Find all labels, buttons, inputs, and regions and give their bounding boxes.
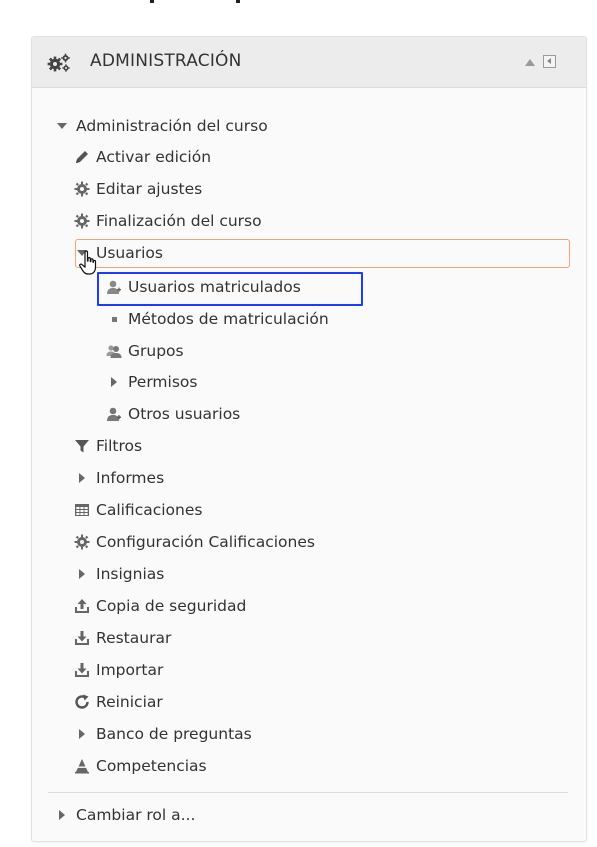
tree-item-activar-edicion[interactable]: Activar edición (74, 144, 211, 170)
tree-item-filtros[interactable]: Filtros (74, 433, 142, 459)
tree-item-label: Usuarios (96, 244, 163, 262)
tree-item-copia-seguridad[interactable]: Copia de seguridad (74, 593, 246, 619)
tree-item-finalizacion[interactable]: Finalización del curso (74, 208, 262, 234)
tree-item-cambiar-rol[interactable]: Cambiar rol a... (54, 802, 195, 828)
reset-icon (75, 694, 89, 709)
import-download-icon (75, 663, 89, 677)
tree-item-importar[interactable]: Importar (74, 657, 163, 683)
tree-item-label: Importar (96, 661, 164, 679)
tree-item-permisos[interactable]: Permisos (106, 369, 197, 395)
tree-item-label: Reiniciar (96, 693, 163, 711)
collapse-up-icon[interactable] (524, 58, 536, 68)
tree-item-restaurar[interactable]: Restaurar (74, 625, 171, 651)
tree-separator (48, 792, 568, 793)
gear-icon (74, 534, 90, 550)
tree-root-course-admin[interactable]: Administración del curso (54, 113, 268, 139)
competencies-icon (75, 759, 89, 774)
tree-item-otros-usuarios[interactable]: Otros usuarios (106, 401, 240, 427)
tree-item-usuarios-matriculados[interactable]: Usuarios matriculados (106, 274, 301, 300)
tree-item-label: Calificaciones (96, 501, 203, 519)
tree-item-label: Permisos (128, 373, 198, 391)
tree-item-label: Filtros (96, 437, 143, 455)
tree-item-label: Configuración Calificaciones (96, 533, 315, 551)
block-title: ADMINISTRACIÓN (90, 51, 242, 71)
dock-left-icon[interactable] (543, 55, 556, 68)
tree-item-label: Finalización del curso (96, 212, 262, 230)
tree-item-competencias[interactable]: Competencias (74, 753, 207, 779)
grades-table-icon (75, 504, 89, 516)
tree-item-label: Administración del curso (76, 117, 268, 135)
tree-item-label: Activar edición (96, 148, 212, 166)
enrolled-user-icon (107, 280, 121, 294)
cropped-text-fragment (150, 0, 410, 4)
block-header: ADMINISTRACIÓN (32, 37, 586, 88)
gears-icon (47, 53, 70, 72)
pencil-icon (76, 151, 88, 163)
gear-icon (74, 213, 90, 229)
tree-item-label: Usuarios matriculados (128, 278, 301, 296)
user-plus-icon (107, 407, 121, 421)
tree-item-config-calificaciones[interactable]: Configuración Calificaciones (74, 529, 315, 555)
caret-down-icon (54, 118, 70, 134)
caret-right-icon (74, 726, 90, 742)
caret-right-icon (106, 374, 122, 390)
tree-item-label: Métodos de matriculación (128, 310, 329, 328)
caret-right-icon (54, 807, 70, 823)
tree-item-label: Informes (96, 469, 165, 487)
backup-upload-icon (75, 599, 89, 613)
gear-icon (74, 181, 90, 197)
tree-item-label: Grupos (128, 342, 184, 360)
tree-item-editar-ajustes[interactable]: Editar ajustes (74, 176, 202, 202)
caret-down-icon (74, 245, 90, 261)
tree-item-banco-preguntas[interactable]: Banco de preguntas (74, 721, 252, 747)
tree-item-usuarios[interactable]: Usuarios (74, 240, 163, 266)
restore-download-icon (75, 631, 89, 645)
caret-right-icon (74, 470, 90, 486)
tree-item-informes[interactable]: Informes (74, 465, 164, 491)
tree-item-insignias[interactable]: Insignias (74, 561, 164, 587)
square-bullet-icon (106, 311, 122, 327)
tree-item-label: Copia de seguridad (96, 597, 247, 615)
tree-item-label: Cambiar rol a... (76, 806, 196, 824)
tree-item-label: Banco de preguntas (96, 725, 252, 743)
tree-item-grupos[interactable]: Grupos (106, 338, 184, 364)
tree-item-calificaciones[interactable]: Calificaciones (74, 497, 202, 523)
group-icon (106, 345, 122, 358)
tree-item-metodos-matriculacion[interactable]: Métodos de matriculación (106, 306, 329, 332)
caret-right-icon (74, 566, 90, 582)
filter-icon (75, 440, 89, 453)
tree-item-label: Competencias (96, 757, 207, 775)
tree-item-label: Restaurar (96, 629, 172, 647)
tree-item-label: Otros usuarios (128, 405, 241, 423)
tree-item-label: Insignias (96, 565, 165, 583)
administration-block: ADMINISTRACIÓN Administración del curso … (31, 36, 587, 842)
tree-item-label: Editar ajustes (96, 180, 203, 198)
tree-item-reiniciar[interactable]: Reiniciar (74, 689, 163, 715)
